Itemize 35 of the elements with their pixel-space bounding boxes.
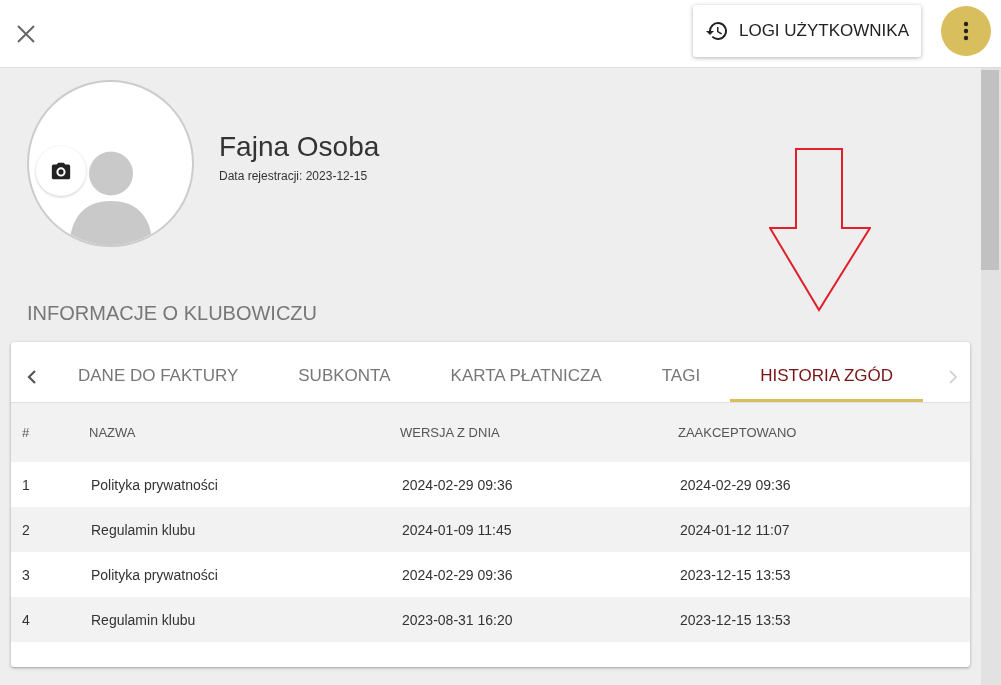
table-cell-text: 2024-01-12 11:07 [679,521,791,538]
more-vertical-icon [963,20,969,41]
scrollbar-thumb[interactable] [981,70,999,270]
table-cell-text: Regulamin klubu [90,611,197,628]
tab[interactable]: DANE DO FAKTURY [48,342,269,402]
more-menu-button[interactable] [941,5,991,56]
column-header: ZAAKCEPTOWANO [678,424,798,440]
table-cell-text: 2024-02-29 09:36 [679,476,792,493]
table-cell-text: Polityka prywatności [90,476,219,493]
table-cell-text: 2023-12-15 13:53 [679,566,792,583]
column-header: WERSJA Z DNIA [400,424,501,440]
chevron-left-icon [27,369,37,385]
table-cell-text: Regulamin klubu [90,521,197,538]
camera-icon [50,160,72,182]
table-cell-text: 2023-12-15 13:53 [679,611,792,628]
table-cell-text: 2 [22,521,31,538]
table-cell-text: Polityka prywatności [90,566,219,583]
column-header: NAZWA [89,424,137,440]
tab[interactable]: SUBKONTA [268,342,421,402]
table-cell-text: 4 [22,611,31,628]
close-icon[interactable] [16,23,36,44]
tab[interactable]: KARTA PŁATNICZA [420,342,632,402]
table-cell-text: 2024-02-29 09:36 [401,566,514,583]
tab[interactable]: TAGI [631,342,731,402]
table-cell-text: 1 [22,476,31,493]
user-logs-button[interactable]: LOGI UŻYTKOWNIKA [692,4,921,57]
table-cell-text: 2024-02-29 09:36 [401,476,514,493]
user-name: Fajna Osoba [219,131,380,163]
table-cell-text: 2024-01-09 11:45 [401,521,513,538]
chevron-right-icon [947,369,958,385]
column-header: # [22,424,31,440]
table-cell-text: 2023-08-31 16:20 [401,611,514,628]
registration-date: Data rejestracji: 2023-12-15 [219,169,369,183]
table-cell-text: 3 [22,566,31,583]
section-title: INFORMACJE O KLUBOWICZU [26,301,318,326]
